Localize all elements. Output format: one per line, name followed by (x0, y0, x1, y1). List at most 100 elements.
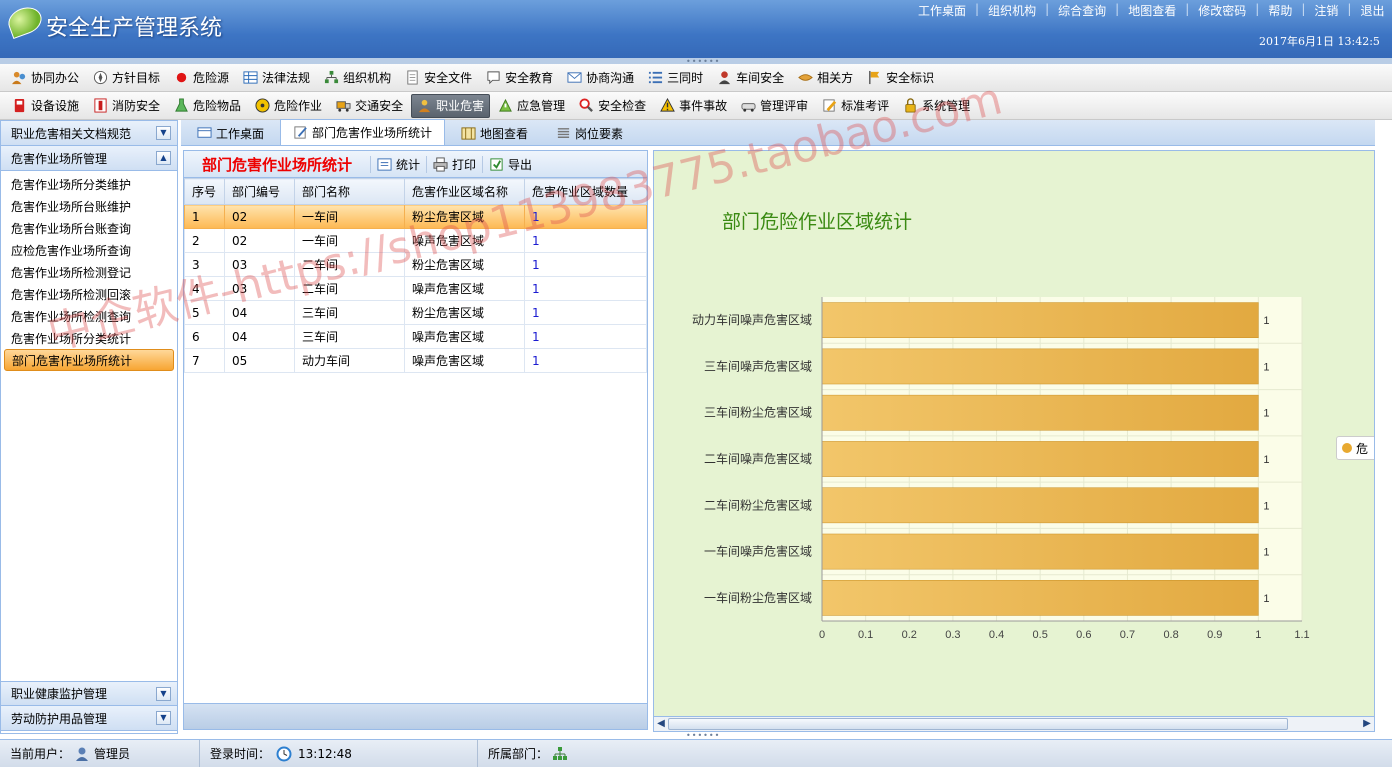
toolbar-button[interactable]: 车间安全 (711, 66, 790, 90)
expand-toggle-icon[interactable]: ▼ (156, 687, 171, 701)
sidebar-section-docs[interactable]: 职业危害相关文档规范 ▼ (1, 121, 177, 146)
sidebar-item[interactable]: 危害作业场所分类维护 (1, 173, 177, 195)
link-separator: | (1301, 2, 1306, 16)
table-row[interactable]: 7 05 动力车间 噪声危害区域 1 (184, 348, 647, 373)
toolbar-button[interactable]: 法律法规 (237, 66, 316, 90)
table-row[interactable]: 4 03 二车间 噪声危害区域 1 (184, 276, 647, 301)
toolbar-button[interactable]: 安全标识 (861, 66, 940, 90)
table-cell: 4 (184, 276, 225, 301)
toolbar-button[interactable]: 危险源 (168, 66, 235, 90)
scroll-left-arrow-icon[interactable]: ◀ (654, 717, 668, 731)
toolbar-button[interactable]: 管理评审 (735, 94, 814, 118)
top-link[interactable]: 工作桌面 (918, 2, 966, 19)
sidebar-item[interactable]: 危害作业场所台账维护 (1, 195, 177, 217)
edit-icon (293, 125, 308, 140)
grid-action-button[interactable]: 统计 (370, 155, 426, 173)
toolbar-button-label: 交通安全 (355, 99, 404, 113)
scroll-right-arrow-icon[interactable]: ▶ (1360, 717, 1374, 731)
top-link[interactable]: 退出 (1360, 2, 1384, 19)
column-header[interactable]: 部门名称 (294, 178, 405, 205)
grid-action-button[interactable]: 导出 (482, 155, 538, 173)
sidebar-section-workplace[interactable]: 危害作业场所管理 ▲ (1, 146, 177, 171)
top-link[interactable]: 帮助 (1268, 2, 1292, 19)
content-tab[interactable]: 工作桌面 (185, 121, 276, 145)
toolbar-button[interactable]: 相关方 (792, 66, 859, 90)
toolbar-button[interactable]: 消防安全 (87, 94, 166, 118)
link-separator: | (975, 2, 980, 16)
current-user-value: 管理员 (94, 747, 131, 761)
top-link[interactable]: 综合查询 (1058, 2, 1106, 19)
column-header[interactable]: 部门编号 (224, 178, 295, 205)
worker-icon (417, 98, 432, 113)
table-row[interactable]: 5 04 三车间 粉尘危害区域 1 (184, 300, 647, 325)
grid-actions: 统计 打印 导出 (370, 155, 538, 173)
sidebar-section-health[interactable]: 职业健康监护管理 ▼ (1, 681, 177, 706)
toolbar-button[interactable]: 安全教育 (480, 66, 559, 90)
grid-action-button[interactable]: 打印 (426, 155, 482, 173)
sidebar-section-ppe[interactable]: 劳动防护用品管理 ▼ (1, 706, 177, 731)
toolbar-button[interactable]: 安全文件 (399, 66, 478, 90)
expand-toggle-icon[interactable]: ▼ (156, 126, 171, 140)
truck-icon (336, 98, 351, 113)
x-tick-label: 0.5 (1033, 629, 1048, 641)
top-link[interactable]: 注销 (1314, 2, 1338, 19)
expand-toggle-icon[interactable]: ▼ (156, 711, 171, 725)
toolbar-button-label: 系统管理 (922, 99, 971, 113)
bar (821, 302, 1259, 338)
toolbar-button[interactable]: 危险物品 (168, 94, 247, 118)
top-link[interactable]: 修改密码 (1198, 2, 1246, 19)
toolbar-button[interactable]: 职业危害 (411, 93, 491, 118)
content-tab[interactable]: 部门危害作业场所统计 (280, 119, 446, 145)
sidebar-item[interactable]: 危害作业场所检测登记 (1, 261, 177, 283)
toolbar-button[interactable]: 应急管理 (492, 94, 571, 118)
toolbar-button-label: 管理评审 (760, 99, 809, 113)
toolbar-button[interactable]: 标准考评 (816, 94, 895, 118)
bar (821, 580, 1259, 616)
table-row[interactable]: 3 03 二车间 粉尘危害区域 1 (184, 252, 647, 277)
table-row[interactable]: 2 02 一车间 噪声危害区域 1 (184, 228, 647, 253)
toolbar-button[interactable]: 三同时 (642, 66, 709, 90)
data-label: 1 (1263, 593, 1269, 605)
top-link[interactable]: 组织机构 (988, 2, 1036, 19)
toolbar-button[interactable]: 组织机构 (318, 66, 397, 90)
chart-horizontal-scrollbar[interactable]: ◀ ▶ (653, 716, 1375, 732)
content-tab[interactable]: 岗位要素 (544, 121, 635, 145)
top-link[interactable]: 地图查看 (1128, 2, 1176, 19)
sidebar-item[interactable]: 危害作业场所分类统计 (1, 327, 177, 349)
toolbar-button[interactable]: 事件事故 (654, 94, 733, 118)
sidebar-item[interactable]: 危害作业场所台账查询 (1, 217, 177, 239)
pencil-icon (822, 98, 837, 113)
toolbar-button[interactable]: 协商沟通 (561, 66, 640, 90)
column-header[interactable]: 危害作业区域数量 (524, 178, 647, 205)
table-row[interactable]: 6 04 三车间 噪声危害区域 1 (184, 324, 647, 349)
toolbar-button[interactable]: 系统管理 (897, 94, 976, 118)
toolbar-button[interactable]: 设备设施 (6, 94, 85, 118)
toolbar-button[interactable]: 安全检查 (573, 94, 652, 118)
chart-title: 部门危险作业区域统计 (722, 211, 913, 233)
column-header[interactable]: 序号 (184, 178, 225, 205)
toolbar-button-label: 协商沟通 (586, 71, 635, 85)
user-icon (717, 70, 732, 85)
x-tick-label: 0.6 (1076, 629, 1091, 641)
sidebar: 职业危害相关文档规范 ▼ 危害作业场所管理 ▲ 危害作业场所分类维护 危害作业场所… (0, 120, 178, 734)
extinguisher-icon (93, 98, 108, 113)
toolbar-button[interactable]: 危险作业 (249, 94, 328, 118)
sidebar-item[interactable]: 危害作业场所检测回滚 (1, 283, 177, 305)
toolbar-button[interactable]: 协同办公 (6, 66, 85, 90)
toolbar-button-label: 危险源 (193, 71, 230, 85)
toolbar-button-label: 危险作业 (274, 99, 323, 113)
toolbar-button[interactable]: 方针目标 (87, 66, 166, 90)
scrollbar-thumb[interactable] (668, 718, 1288, 730)
table-row[interactable]: 1 02 一车间 粉尘危害区域 1 (184, 204, 647, 229)
collapse-toggle-icon[interactable]: ▲ (156, 151, 171, 165)
sidebar-item[interactable]: 危害作业场所检测查询 (1, 305, 177, 327)
toolbar-button-label: 安全教育 (505, 71, 554, 85)
content-tab[interactable]: 地图查看 (449, 121, 540, 145)
table-cell: 1 (524, 252, 647, 277)
printer-icon (433, 156, 448, 172)
table-cell: 一车间 (294, 204, 405, 229)
toolbar-button[interactable]: 交通安全 (330, 94, 409, 118)
sidebar-item[interactable]: 应检危害作业场所查询 (1, 239, 177, 261)
sidebar-item[interactable]: 部门危害作业场所统计 (4, 349, 174, 371)
column-header[interactable]: 危害作业区域名称 (404, 178, 525, 205)
